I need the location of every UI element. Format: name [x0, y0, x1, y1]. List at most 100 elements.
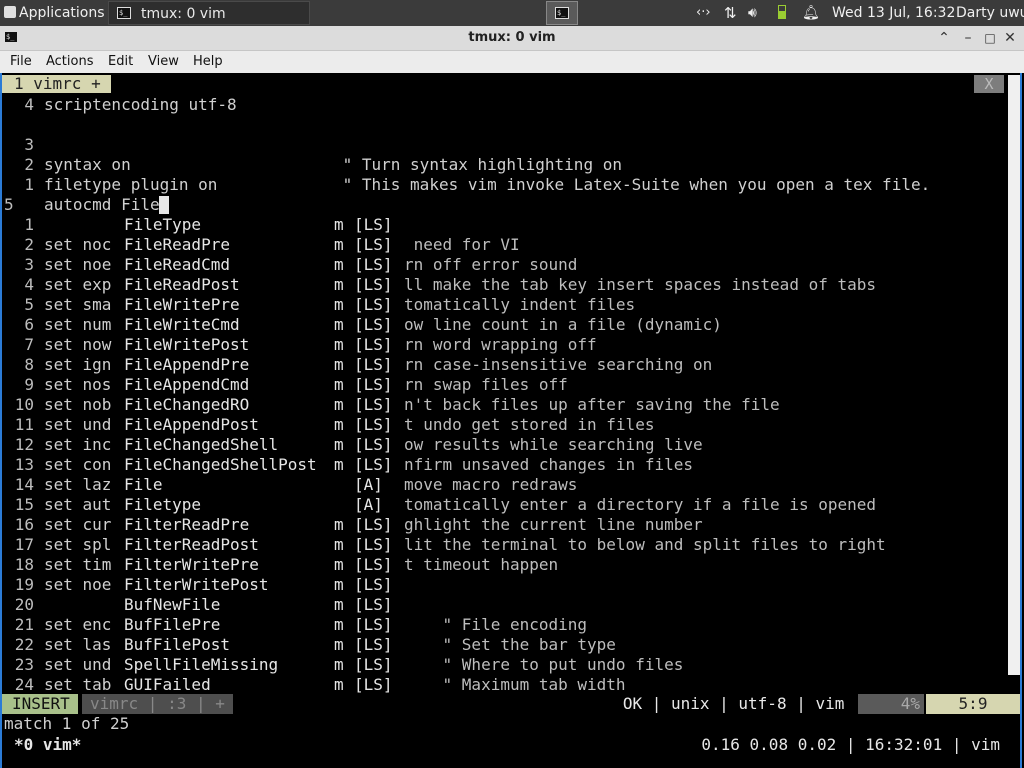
- clock[interactable]: Wed 13 Jul, 16:32: [832, 0, 955, 26]
- completion-row[interactable]: 4 set exp FileReadPost m [LS] ll make the tab…: [4, 275, 1008, 295]
- completion-row[interactable]: 20 BufNewFile m [LS]: [4, 595, 1008, 615]
- applications-menu[interactable]: Applications: [4, 0, 105, 26]
- menu-edit[interactable]: Edit: [108, 51, 133, 73]
- line-number: 4: [24, 95, 34, 114]
- user-menu[interactable]: Darty uwu: [956, 0, 1024, 26]
- menu-actions[interactable]: Actions: [46, 51, 94, 73]
- completion-item[interactable]: FilterReadPost: [124, 535, 259, 555]
- completion-row[interactable]: 8 set ign FileAppendPre m [LS] rn case-insens…: [4, 355, 1008, 375]
- completion-source: [LS]: [354, 355, 393, 374]
- line-text: set inc: [44, 435, 112, 454]
- vim-tab-vimrc[interactable]: 1 vimrc +: [2, 75, 111, 93]
- completion-row[interactable]: 3 set noe FileReadCmd m [LS] rn off error sou…: [4, 255, 1008, 275]
- vim-statusline: INSERT vimrc | :3 | + OK | unix | utf-8 …: [2, 694, 1020, 714]
- completion-source: [LS]: [354, 435, 393, 454]
- completion-item[interactable]: FilterWritePost: [124, 575, 269, 595]
- tmux-window-tab[interactable]: *0 vim*: [14, 734, 81, 756]
- line-text: tomatically enter a directory if a file …: [404, 495, 877, 514]
- completion-row[interactable]: 5 set sma FileWritePre m [LS] tomatically ind…: [4, 295, 1008, 315]
- completion-row[interactable]: 22 set las BufFilePost m [LS] " Set the bar …: [4, 635, 1008, 655]
- completion-source: [LS]: [354, 555, 393, 574]
- window-titlebar[interactable]: $_ tmux: 0 vim ⌃ – □ ✕: [0, 26, 1024, 51]
- keep-above-button[interactable]: ⌃: [934, 28, 954, 48]
- completion-item[interactable]: FileReadPost: [124, 275, 240, 295]
- completion-row[interactable]: 19 set noe FilterWritePost m [LS]: [4, 575, 1008, 595]
- network-icon[interactable]: ‹·›: [696, 0, 711, 26]
- minimize-button[interactable]: –: [958, 28, 978, 48]
- transfer-icon[interactable]: ⇅: [724, 0, 737, 26]
- completion-source: [LS]: [354, 255, 393, 274]
- completion-item[interactable]: File: [124, 475, 163, 495]
- terminal-icon: $_: [117, 7, 131, 19]
- completion-row[interactable]: 24 set tab GUIFailed m [LS] " Maximum tab wi…: [4, 675, 1008, 695]
- line-text: rn case-insensitive searching on: [404, 355, 713, 374]
- menu-view[interactable]: View: [148, 51, 179, 73]
- completion-item[interactable]: FileWriteCmd: [124, 315, 240, 335]
- completion-item[interactable]: GUIFailed: [124, 675, 211, 695]
- completion-item[interactable]: FileType: [124, 215, 201, 235]
- completion-row[interactable]: 7 set now FileWritePost m [LS] rn word wrappi…: [4, 335, 1008, 355]
- completion-row[interactable]: 16 set cur FilterReadPre m [LS] ghlight the c…: [4, 515, 1008, 535]
- completion-item[interactable]: FileAppendPost: [124, 415, 259, 435]
- completion-item[interactable]: BufFilePre: [124, 615, 220, 635]
- line-text: set now: [44, 335, 112, 354]
- completion-item[interactable]: SpellFileMissing: [124, 655, 278, 675]
- window-title: tmux: 0 vim: [468, 30, 556, 45]
- volume-icon[interactable]: 🔊︎: [748, 0, 757, 26]
- completion-item[interactable]: BufFilePost: [124, 635, 230, 655]
- completion-row[interactable]: 2 set noc FileReadPre m [LS] need for VI: [4, 235, 1008, 255]
- completion-row[interactable]: 13 set con FileChangedShellPost m [LS] nfirm …: [4, 455, 1008, 475]
- terminal-scrollbar[interactable]: [1008, 75, 1020, 675]
- line-text: set noe: [44, 255, 112, 274]
- completion-row[interactable]: 1 FileType m [LS]: [4, 215, 1008, 235]
- line-text: rn swap files off: [404, 375, 568, 394]
- completion-row[interactable]: 15 set aut Filetype [A] tomatically enter a …: [4, 495, 1008, 515]
- line-text: filetype plugin on " This makes vim invo…: [44, 175, 931, 194]
- completion-row[interactable]: 6 set num FileWriteCmd m [LS] ow line count i…: [4, 315, 1008, 335]
- completion-row[interactable]: 17 set spl FilterReadPost m [LS] lit the term…: [4, 535, 1008, 555]
- completion-item[interactable]: FileAppendPre: [124, 355, 249, 375]
- completion-item[interactable]: FilterWritePre: [124, 555, 259, 575]
- completion-source: [LS]: [354, 315, 393, 334]
- completion-source: [LS]: [354, 215, 393, 234]
- taskbar-label: tmux: 0 vim: [141, 6, 226, 22]
- vim-tab-close-button[interactable]: X: [974, 75, 1004, 93]
- close-button[interactable]: ✕: [1000, 28, 1020, 48]
- notification-bell-icon[interactable]: 🔔︎: [802, 0, 820, 26]
- completion-item[interactable]: FileAppendCmd: [124, 375, 249, 395]
- completion-row[interactable]: 18 set tim FilterWritePre m [LS] t timeout ha…: [4, 555, 1008, 575]
- completion-item[interactable]: FileChangedRO: [124, 395, 249, 415]
- completion-row[interactable]: 9 set nos FileAppendCmd m [LS] rn swap files …: [4, 375, 1008, 395]
- tmux-statusbar: *0 vim* 0.16 0.08 0.02 | 16:32:01 | vim: [2, 734, 1020, 756]
- completion-row[interactable]: 12 set inc FileChangedShell m [LS] ow results…: [4, 435, 1008, 455]
- line-number: 24: [14, 675, 34, 694]
- line-text: set las: [44, 635, 112, 654]
- menu-file[interactable]: File: [10, 51, 32, 73]
- completion-item[interactable]: FileChangedShell: [124, 435, 278, 455]
- completion-row[interactable]: 21 set enc BufFilePre m [LS] " File encoding: [4, 615, 1008, 635]
- line-text: nfirm unsaved changes in files: [404, 455, 693, 474]
- completion-row[interactable]: 14 set laz File [A] move macro redraws: [4, 475, 1008, 495]
- completion-item[interactable]: BufNewFile: [124, 595, 220, 615]
- line-text: t timeout happen: [404, 555, 559, 574]
- completion-kind: m: [334, 535, 344, 554]
- completion-kind: m: [334, 515, 344, 534]
- menu-help[interactable]: Help: [193, 51, 223, 73]
- battery-icon[interactable]: [778, 0, 786, 26]
- completion-item[interactable]: FileChangedShellPost: [124, 455, 317, 475]
- completion-item[interactable]: FileWritePre: [124, 295, 240, 315]
- maximize-button[interactable]: □: [980, 28, 1000, 48]
- workspace-button[interactable]: $_: [546, 1, 578, 25]
- taskbar-tmux-button[interactable]: $_ tmux: 0 vim: [108, 1, 310, 25]
- completion-source: [LS]: [354, 655, 393, 674]
- completion-row[interactable]: 10 set nob FileChangedRO m [LS] n't back file…: [4, 395, 1008, 415]
- completion-item[interactable]: FileReadPre: [124, 235, 230, 255]
- completion-item[interactable]: FileReadCmd: [124, 255, 230, 275]
- completion-row[interactable]: 11 set und FileAppendPost m [LS] t undo get s…: [4, 415, 1008, 435]
- completion-item[interactable]: FileWritePost: [124, 335, 249, 355]
- completion-row[interactable]: 23 set und SpellFileMissing m [LS] " Where t…: [4, 655, 1008, 675]
- top-panel: Applications $_ tmux: 0 vim $_ ‹·› ⇅ 🔊︎ …: [0, 0, 1024, 26]
- completion-item[interactable]: Filetype: [124, 495, 201, 515]
- terminal-view[interactable]: 1 vimrc + X 4 scriptencoding utf-8 3 2 synta…: [0, 73, 1022, 768]
- completion-item[interactable]: FilterReadPre: [124, 515, 249, 535]
